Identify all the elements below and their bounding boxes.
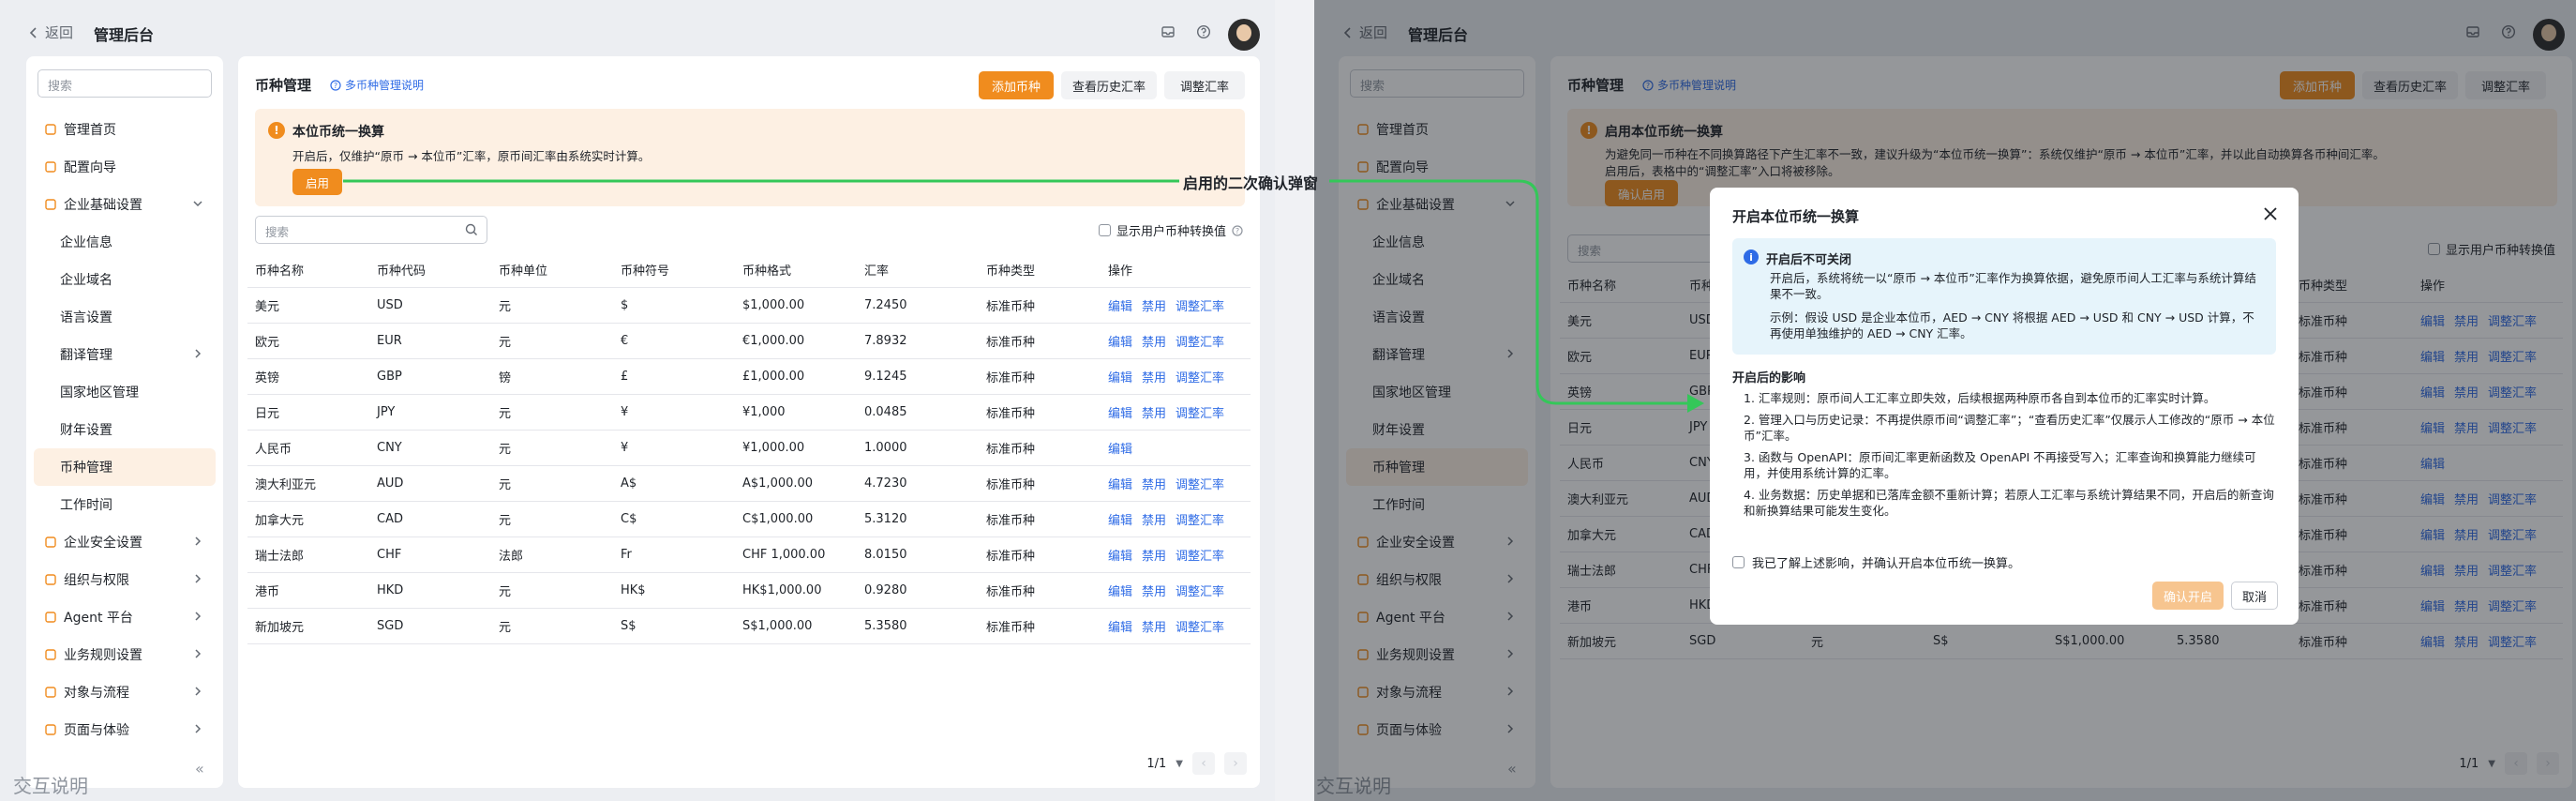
confirm-modal: 开启本位币统一换算 i 开启后不可关闭 开启后，系统将统一以“原币 → 本位币”… [1710, 188, 2299, 625]
info-title: 开启后不可关闭 [1766, 253, 1852, 267]
info-icon: i [1744, 249, 1759, 264]
cancel-button[interactable]: 取消 [2231, 582, 2278, 610]
impact-item: 2. 管理入口与历史记录：不再提供原币间“调整汇率”；“查看历史汇率”仅展示人工… [1744, 413, 2275, 443]
impact-item: 1. 汇率规则：原币间人工汇率立即失效，后续根据两种原币各自到本位币的汇率实时计… [1744, 391, 2216, 405]
impact-item: 3. 函数与 OpenAPI：原币间汇率更新函数及 OpenAPI 不再接受写入… [1744, 450, 2256, 480]
info-paragraph-1: 开启后，系统将统一以“原币 → 本位币”汇率作为换算依据，避免原币间人工汇率与系… [1770, 271, 2256, 301]
impact-section-title: 开启后的影响 [1732, 371, 1806, 385]
callout-label: 启用的二次确认弹窗 [1183, 174, 1319, 192]
close-icon[interactable] [2261, 204, 2280, 223]
info-paragraph-2: 示例：假设 USD 是企业本位币，AED → CNY 将根据 AED → USD… [1770, 310, 2254, 340]
modal-info-box: i 开启后不可关闭 开启后，系统将统一以“原币 → 本位币”汇率作为换算依据，避… [1732, 238, 2276, 355]
impact-item: 4. 业务数据：历史单据和已落库金额不重新计算；若原人工汇率与系统计算结果不同，… [1744, 488, 2274, 518]
confirm-checkbox-row[interactable]: 我已了解上述影响，并确认开启本位币统一换算。 [1732, 553, 2020, 571]
confirm-checkbox[interactable] [1732, 556, 1745, 568]
confirm-open-button[interactable]: 确认开启 [2152, 582, 2224, 610]
impact-list: 1. 汇率规则：原币间人工汇率立即失效，后续根据两种原币各自到本位币的汇率实时计… [1744, 390, 2278, 524]
confirm-label: 我已了解上述影响，并确认开启本位币统一换算。 [1752, 557, 2021, 571]
modal-title: 开启本位币统一换算 [1732, 208, 1860, 225]
